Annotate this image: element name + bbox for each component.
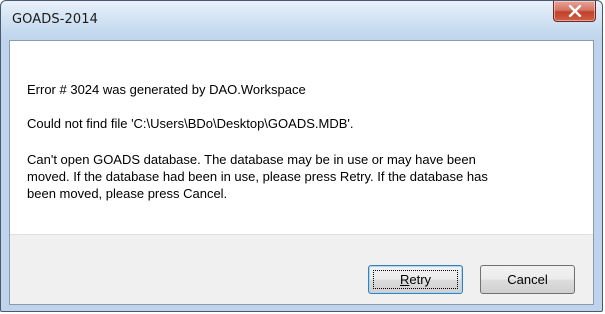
error-number-text: Error # 3024 was generated by DAO.Worksp… xyxy=(27,82,306,97)
dialog-body: Error # 3024 was generated by DAO.Worksp… xyxy=(9,40,594,305)
close-icon xyxy=(568,5,582,17)
file-not-found-text: Could not find file 'C:\Users\BDo\Deskto… xyxy=(27,116,354,131)
title-bar[interactable]: GOADS-2014 xyxy=(1,1,602,41)
cancel-button[interactable]: Cancel xyxy=(480,265,575,294)
dialog-window: GOADS-2014 Error # 3024 was generated by… xyxy=(0,0,603,312)
database-message-line-3: been moved, please press Cancel. xyxy=(27,186,228,201)
retry-label-rest: etry xyxy=(409,272,432,287)
window-title: GOADS-2014 xyxy=(12,12,99,27)
database-message-line-1: Can't open GOADS database. The database … xyxy=(27,152,476,167)
cancel-button-label: Cancel xyxy=(507,272,548,287)
retry-button[interactable]: Retry xyxy=(368,265,463,294)
retry-mnemonic: R xyxy=(399,272,410,287)
retry-button-label: Retry xyxy=(400,272,431,287)
button-bar: Retry Cancel xyxy=(10,234,593,304)
close-button[interactable] xyxy=(553,1,596,22)
message-area: Error # 3024 was generated by DAO.Worksp… xyxy=(10,41,593,234)
database-message-line-2: moved. If the database had been in use, … xyxy=(27,169,488,184)
